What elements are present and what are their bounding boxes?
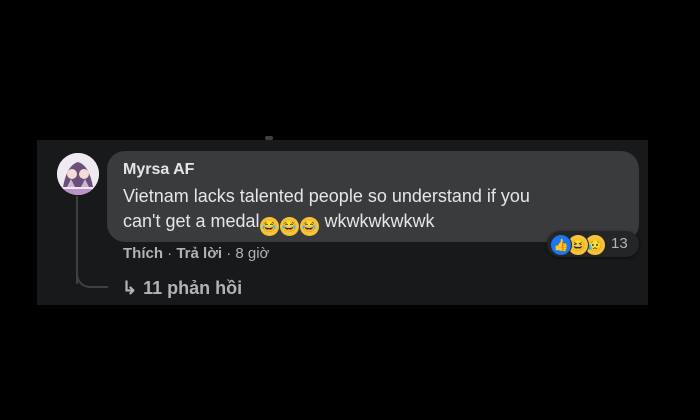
comment-text: Vietnam lacks talented people so underst…	[123, 184, 623, 236]
comment-timestamp[interactable]: 8 giờ	[235, 245, 269, 262]
separator: ·	[226, 245, 232, 262]
previous-comment-edge	[265, 136, 273, 140]
like-button[interactable]: Thích	[123, 245, 163, 262]
reply-button[interactable]: Trả lời	[176, 245, 222, 262]
rofl-emoji-icon: 😂	[279, 217, 299, 236]
thread-connector	[76, 270, 108, 288]
reply-arrow-icon: ↳	[122, 278, 138, 298]
like-reaction-icon: 👍	[550, 234, 572, 256]
comment-text-line1: Vietnam lacks talented people so underst…	[123, 186, 530, 206]
comment-text-line2: can't get a medal	[123, 211, 260, 231]
comment-author[interactable]: Myrsa AF	[123, 161, 194, 179]
comment-text-suffix: wkwkwkwkwk	[319, 211, 435, 231]
view-replies-button[interactable]: ↳ 11 phản hồi	[122, 278, 242, 299]
replies-label: 11 phản hồi	[143, 278, 243, 298]
avatar[interactable]	[57, 153, 99, 195]
separator: ·	[167, 245, 173, 262]
comment-bubble: Myrsa AF Vietnam lacks talented people s…	[107, 151, 639, 242]
rofl-emoji-icon: 😂	[299, 217, 319, 236]
reaction-count: 13	[611, 235, 628, 252]
comment-actions: Thích · Trả lời · 8 giờ	[123, 245, 269, 262]
rofl-emoji-icon: 😂	[259, 217, 279, 236]
reaction-summary[interactable]: 👍 😆 😥 13	[547, 231, 639, 257]
avatar-image	[57, 153, 99, 195]
